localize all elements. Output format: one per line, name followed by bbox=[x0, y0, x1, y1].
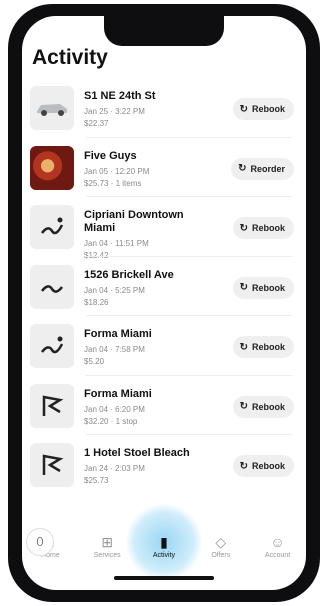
flag-icon bbox=[30, 383, 74, 428]
refresh-icon: ↻ bbox=[238, 163, 247, 174]
bottom-tab-bar: ⌂ Home ⊞ Services ▮ Activity ◇ Offers ☺ … bbox=[22, 521, 306, 571]
refresh-icon: ↻ bbox=[239, 341, 248, 353]
item-price: $22.37 bbox=[84, 119, 109, 128]
assistive-touch-button[interactable]: ⬯ bbox=[26, 528, 54, 556]
rebook-button[interactable]: ↻ Rebook bbox=[232, 217, 294, 239]
home-indicator[interactable] bbox=[114, 576, 214, 580]
tab-account[interactable]: ☺ Account bbox=[252, 534, 304, 559]
item-title: Cipriani Downtown Miami bbox=[84, 209, 184, 234]
activity-item[interactable]: Cipriani Downtown Miami Jan 04 · 11:51 P… bbox=[22, 197, 306, 260]
rebook-button[interactable]: ↻ Rebook bbox=[232, 395, 294, 418]
car-icon bbox=[30, 86, 74, 130]
item-date: Jan 25 · 3:22 PM bbox=[84, 107, 145, 116]
tab-activity[interactable]: ▮ Activity bbox=[138, 534, 190, 559]
drop-icon: ⬯ bbox=[36, 535, 44, 548]
receipt-icon: ▮ bbox=[160, 533, 168, 550]
item-price: $18.26 bbox=[84, 297, 109, 307]
item-title: Five Guys bbox=[84, 149, 137, 162]
phone-frame: Activity S1 NE 24th St Jan 25 · 3:22 PM … bbox=[8, 4, 320, 602]
grid-icon: ⊞ bbox=[101, 533, 114, 550]
refresh-icon: ↻ bbox=[239, 222, 248, 234]
item-date: Jan 04 · 7:58 PM bbox=[84, 345, 145, 354]
person-icon: ☺ bbox=[270, 533, 285, 550]
tag-icon: ◇ bbox=[215, 533, 227, 550]
flag-icon bbox=[30, 443, 74, 487]
notch bbox=[104, 16, 224, 46]
tab-services[interactable]: ⊞ Services bbox=[81, 534, 133, 559]
page-title: Activity bbox=[32, 46, 108, 69]
refresh-icon: ↻ bbox=[239, 103, 248, 115]
rebook-button[interactable]: ↻ Rebook bbox=[232, 455, 294, 477]
item-price: $5.20 bbox=[84, 357, 105, 366]
item-price: $25.73 · 1 items bbox=[84, 178, 142, 188]
item-date: Jan 05 · 12:20 PM bbox=[84, 166, 150, 176]
food-photo bbox=[30, 145, 74, 190]
item-date: Jan 04 · 11:51 PM bbox=[84, 239, 149, 248]
item-title: 1526 Brickell Ave bbox=[84, 268, 174, 281]
item-date: Jan 24 · 2:03 PM bbox=[84, 464, 145, 473]
item-title: 1 Hotel Stoel Bleach bbox=[84, 447, 190, 459]
activity-list: S1 NE 24th St Jan 25 · 3:22 PM $22.37 ↻ R… bbox=[22, 78, 306, 495]
tab-offers[interactable]: ◇ Offers bbox=[195, 534, 247, 559]
activity-item[interactable]: S1 NE 24th St Jan 25 · 3:22 PM $22.37 ↻ R… bbox=[22, 78, 306, 138]
item-date: Jan 04 · 6:20 PM bbox=[84, 404, 145, 414]
activity-item[interactable]: Five Guys Jan 05 · 12:20 PM $25.73 · 1 i… bbox=[22, 138, 306, 197]
item-title: Forma Miami bbox=[84, 328, 152, 340]
reorder-button[interactable]: ↻ Reorder bbox=[231, 157, 294, 180]
item-price: $25.73 bbox=[84, 476, 109, 485]
activity-item[interactable]: 1 Hotel Stoel Bleach Jan 24 · 2:03 PM $2… bbox=[22, 435, 306, 495]
route-icon bbox=[30, 324, 74, 368]
refresh-icon: ↻ bbox=[239, 282, 248, 293]
item-price: $32.20 · 1 stop bbox=[84, 416, 138, 426]
refresh-icon: ↻ bbox=[239, 460, 248, 472]
activity-item[interactable]: Forma Miami Jan 04 · 6:20 PM $32.20 · 1 … bbox=[22, 376, 306, 435]
app-screen: Activity S1 NE 24th St Jan 25 · 3:22 PM … bbox=[22, 16, 306, 590]
item-title: Forma Miami bbox=[84, 387, 152, 400]
rebook-button[interactable]: ↻ Rebook bbox=[232, 276, 294, 299]
route-icon bbox=[30, 205, 74, 249]
item-date: Jan 04 · 5:25 PM bbox=[84, 285, 145, 295]
activity-item[interactable]: 1526 Brickell Ave Jan 04 · 5:25 PM $18.2… bbox=[22, 257, 306, 316]
rebook-button[interactable]: ↻ Rebook bbox=[232, 336, 294, 358]
rebook-button[interactable]: ↻ Rebook bbox=[232, 98, 294, 120]
item-title: S1 NE 24th St bbox=[84, 90, 156, 102]
route-icon bbox=[30, 264, 74, 309]
refresh-icon: ↻ bbox=[239, 401, 248, 412]
activity-item[interactable]: Forma Miami Jan 04 · 7:58 PM $5.20 ↻ Rebo… bbox=[22, 316, 306, 376]
